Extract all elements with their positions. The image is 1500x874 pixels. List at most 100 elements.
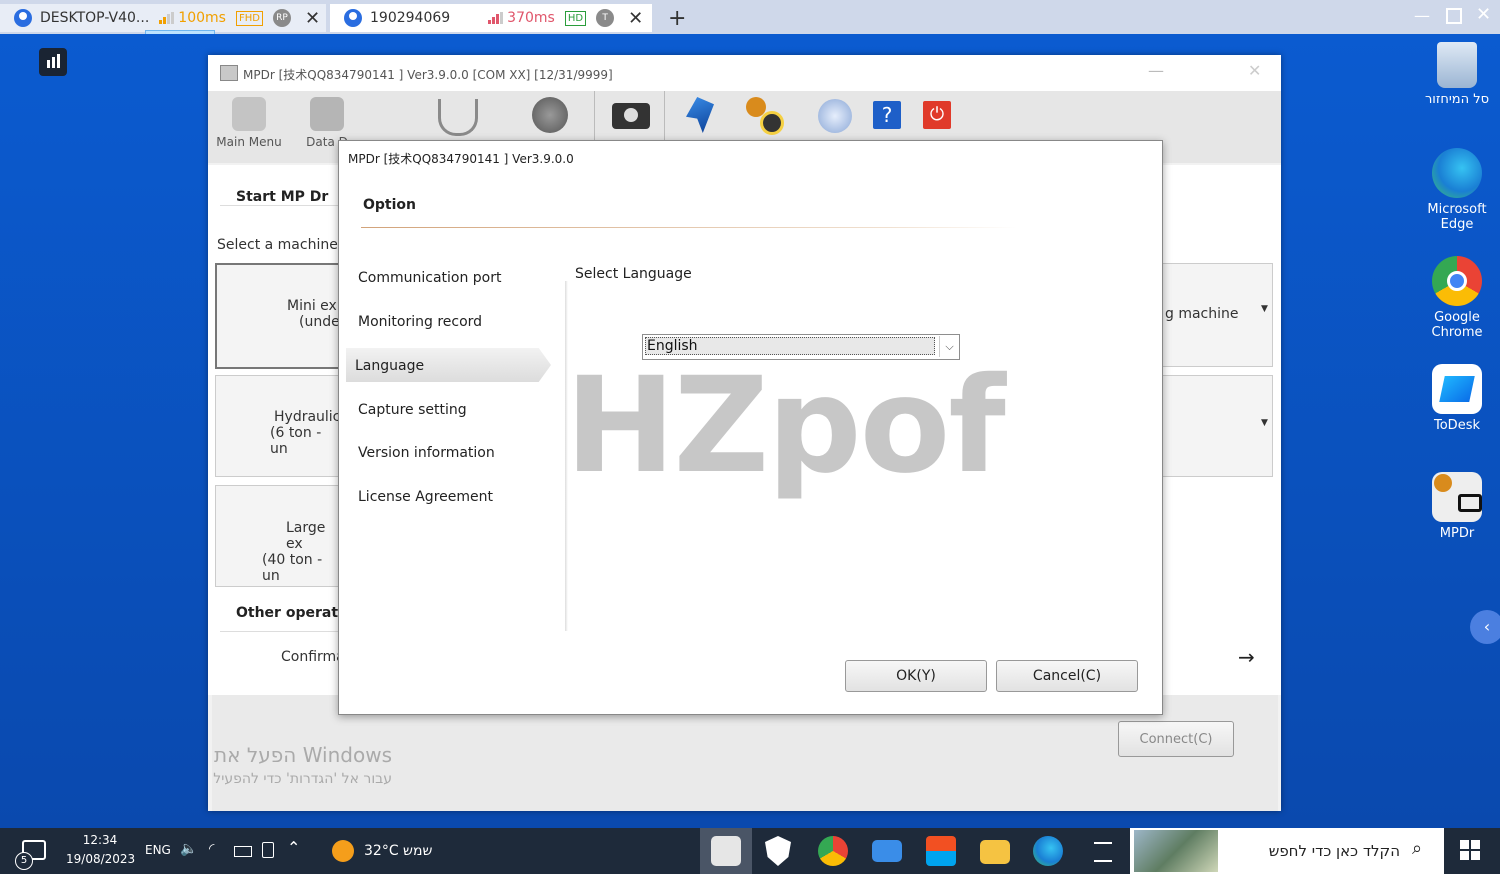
nav-license-agreement[interactable]: License Agreement [358,489,493,505]
nav-monitoring-record[interactable]: Monitoring record [358,314,482,330]
machine-line2: (40 ton - un [262,552,323,584]
taskbar-mpdr-active[interactable] [700,828,752,874]
gauge-icon[interactable] [532,97,568,133]
edge-taskbar-icon[interactable] [1033,836,1063,866]
desktop-icon-label: Microsoft Edge [1427,202,1487,232]
app-icon [220,65,238,81]
cog-icon[interactable] [818,99,852,133]
notification-count: 5 [15,852,33,870]
device-icon[interactable] [262,842,274,858]
machine-card-hydraulic[interactable]: Hydraulic (6 ton - un [215,375,342,477]
user-avatar-icon [14,9,32,27]
mpdr-icon [711,836,741,866]
store-icon[interactable] [926,836,956,866]
desktop-icon-label: MPDr [1439,526,1475,541]
signal-icon [488,12,504,24]
windows-start-icon[interactable] [1460,840,1480,860]
remote-tab-name: DESKTOP-V40... [40,10,150,26]
search-box[interactable]: הקלד כאן כדי לחפש ⌕ [1130,828,1444,874]
start-heading: Start MP Dr [236,189,329,205]
notification-icon[interactable]: 5 [15,840,46,870]
machine-line1: Large ex [286,520,326,552]
toolbar-label: Main Menu [216,135,282,149]
search-placeholder: הקלד כאן כדי לחפש [1268,842,1400,860]
edge-icon [1432,148,1482,198]
windows-activation-subtitle: עבור אל 'הגדרות' כדי להפעיל [213,771,392,787]
stats-widget-icon[interactable] [39,48,67,76]
remote-tab-2[interactable]: 190294069 370ms HD T ✕ [330,4,652,32]
data-icon [310,97,344,131]
nav-capture-setting[interactable]: Capture setting [358,402,467,418]
minimize-icon[interactable]: — [1414,6,1430,25]
power-icon[interactable]: ⏻ [923,101,951,129]
confirm-link[interactable]: Confirma [281,649,345,665]
desktop-icon-edge[interactable]: Microsoft Edge [1415,148,1499,232]
clock-date[interactable]: 19/08/2023 [66,852,135,866]
chevron-left-icon[interactable]: ‹ [1470,610,1500,644]
volume-icon[interactable]: 🔈 [180,841,197,857]
windows-taskbar: 5 12:34 19/08/2023 ENG 🔈 ◜ ⌃ 32°C שמש הק… [0,828,1500,874]
watermark-text: HZpof [565,349,1006,503]
nav-version-information[interactable]: Version information [358,445,495,461]
chrome-taskbar-icon[interactable] [818,836,848,866]
close-icon[interactable]: ✕ [628,8,643,29]
machine-card-mini[interactable]: Mini ex (under [215,263,345,369]
dialog-title: MPDr [技术QQ834790141 ] Ver3.9.0.0 [348,152,574,166]
remote-tab-1[interactable]: DESKTOP-V40... 100ms FHD RP ✕ [0,4,326,32]
ok-button[interactable]: OK(Y) [845,660,987,692]
cancel-button[interactable]: Cancel(C) [996,660,1138,692]
desktop-icon-todesk[interactable]: ToDesk [1415,364,1499,433]
main-window-title: MPDr [技术QQ834790141 ] Ver3.9.0.0 [COM XX… [243,68,613,82]
machine-label: g machine [1165,306,1239,322]
remote-tab-bar: DESKTOP-V40... 100ms FHD RP ✕ 190294069 … [0,0,1500,44]
rp-badge: RP [272,9,291,27]
language-indicator[interactable]: ENG [145,843,171,857]
close-icon[interactable]: ✕ [305,8,320,29]
desktop-icon-mpdr[interactable]: MPDr [1415,472,1499,541]
folder-icon[interactable] [980,840,1010,864]
recycle-bin-icon [1437,42,1477,88]
t-badge: T [596,9,615,27]
search-icon: ⌕ [1412,838,1423,859]
machine-card-right-1[interactable]: g machine ▼ [1158,263,1273,367]
close-icon[interactable]: ✕ [1248,61,1261,80]
desktop-icon-recycle-bin[interactable]: סל המיחזור [1415,42,1499,107]
toolbar-main-menu[interactable]: Main Menu [214,97,284,149]
arrow-icon[interactable] [686,97,714,133]
settings-gear-icon[interactable] [746,97,786,135]
battery-icon[interactable] [234,846,252,857]
new-tab-button[interactable]: + [668,6,686,31]
weather-text[interactable]: 32°C שמש [364,843,432,859]
help-icon[interactable]: ? [873,101,901,129]
latency-label: 100ms [178,10,226,26]
chevron-up-icon[interactable]: ⌃ [287,838,300,857]
arrow-right-icon[interactable]: → [1238,645,1255,669]
close-window-icon[interactable]: ✕ [1476,4,1491,25]
nav-communication-port[interactable]: Communication port [358,270,502,286]
stethoscope-icon[interactable] [438,99,478,136]
mail-icon[interactable] [872,840,902,862]
windows-activation-title: הפעל את Windows [214,743,392,767]
connect-button[interactable]: Connect(C) [1118,721,1234,757]
desktop-icon-chrome[interactable]: Google Chrome [1415,256,1499,340]
excavator-icon [232,97,266,131]
nav-language-selected[interactable]: Language [346,348,551,382]
maximize-icon[interactable] [1446,8,1462,24]
wifi-icon[interactable]: ◜ [209,841,214,857]
sun-icon [332,840,354,862]
task-view-icon[interactable] [1094,842,1112,862]
security-shield-icon[interactable] [765,836,791,866]
remote-tab-name: 190294069 [370,10,451,26]
search-highlight-image [1134,830,1218,872]
minimize-icon[interactable]: — [1148,61,1164,80]
clock-time[interactable]: 12:34 [68,833,132,847]
machine-card-right-2[interactable]: ▼ [1158,375,1273,477]
camera-icon[interactable] [612,103,650,129]
option-heading: Option [363,197,416,213]
machine-card-large[interactable]: Large ex (40 ton - un [215,485,342,587]
caret-down-icon: ▼ [1261,418,1268,428]
caret-down-icon: ▼ [1261,304,1268,314]
latency-label: 370ms [507,10,555,26]
machine-line2: (6 ton - un [270,425,322,457]
user-avatar-icon [344,9,362,27]
